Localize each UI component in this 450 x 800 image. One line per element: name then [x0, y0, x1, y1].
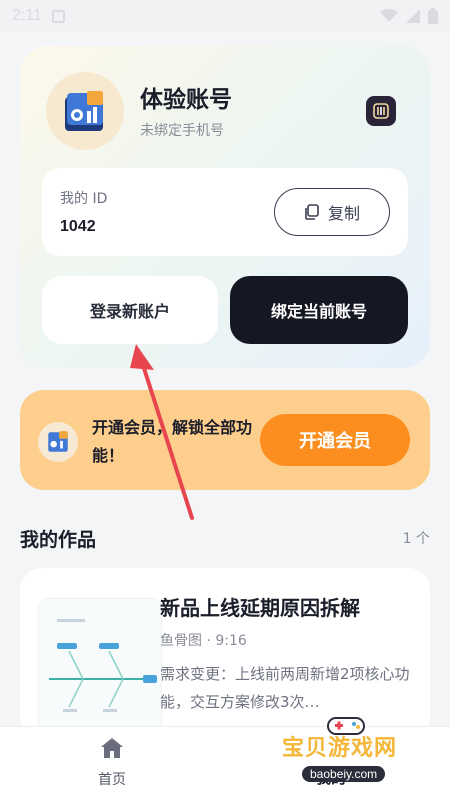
wifi-icon [380, 9, 398, 22]
watermark-url: baobeiy.com [302, 766, 386, 782]
copy-icon [305, 204, 319, 220]
profile-card: 体验账号 未绑定手机号 我的 ID 1042 复制 登录新账户 绑定当前账号 [20, 46, 430, 368]
id-label: 我的 ID [60, 191, 108, 207]
id-box: 我的 ID 1042 复制 [42, 168, 408, 256]
works-section-title: 我的作品 [20, 529, 97, 551]
work-thumbnail [38, 598, 162, 738]
copy-label: 复制 [327, 204, 360, 223]
login-new-account-button[interactable]: 登录新账户 [42, 276, 218, 344]
bind-current-account-button[interactable]: 绑定当前账号 [230, 276, 408, 344]
status-time: 2:11 [12, 7, 42, 24]
tab-home[interactable]: 首页 [84, 737, 140, 793]
id-value: 1042 [60, 218, 96, 235]
fishbone-thumbnail-icon [49, 619, 157, 712]
signal-icon [406, 9, 420, 23]
work-title: 新品上线延期原因拆解 [160, 596, 360, 620]
settings-button[interactable] [366, 96, 396, 126]
phone-hint: 未绑定手机号 [140, 123, 224, 139]
app-logo-icon [65, 91, 103, 131]
app-logo-icon [48, 431, 68, 452]
watermark: 宝贝游戏网 baobeiy.com [282, 714, 442, 794]
account-name: 体验账号 [140, 87, 232, 113]
notification-icon [51, 9, 65, 23]
copy-button[interactable]: 复制 [274, 188, 390, 236]
watermark-brand: 宝贝游戏网 [282, 735, 398, 761]
work-description: 需求变更：上线前两周新增2项核心功能，交互方案修改3次… [160, 665, 410, 711]
work-meta: 鱼骨图 · 9:16 [160, 633, 247, 649]
vip-promo-card: 开通会员，解锁全部功能！ 开通会员 [20, 390, 430, 490]
home-icon [101, 738, 123, 758]
battery-icon [428, 8, 438, 24]
status-indicators [380, 8, 438, 24]
works-count: 1 个 [402, 531, 430, 547]
vip-promo-text: 开通会员，解锁全部功能！ [92, 418, 253, 465]
tab-home-label: 首页 [98, 772, 126, 788]
vip-logo [38, 422, 78, 462]
work-card[interactable]: 新品上线延期原因拆解 鱼骨图 · 9:16 需求变更：上线前两周新增2项核心功能… [20, 568, 430, 738]
status-bar: 2:11 [0, 0, 450, 32]
open-vip-button[interactable]: 开通会员 [260, 414, 410, 466]
avatar[interactable] [46, 72, 124, 150]
settings-icon [373, 103, 389, 119]
